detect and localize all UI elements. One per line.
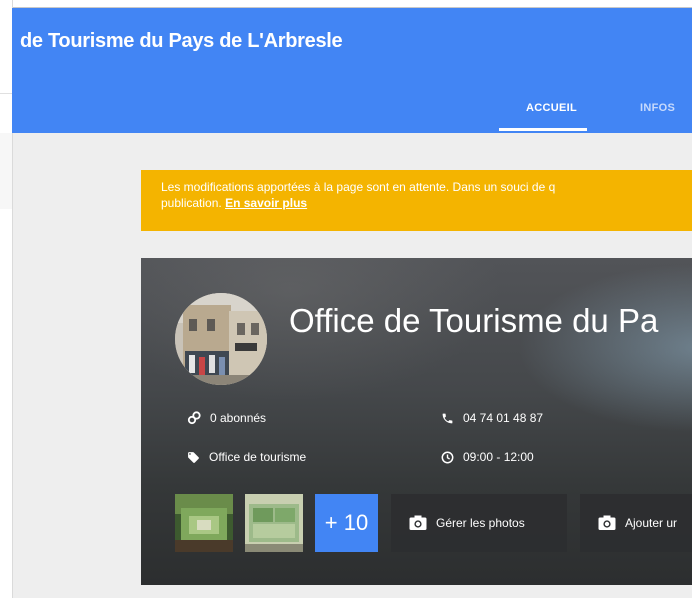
category-info: Office de tourisme xyxy=(187,450,306,464)
followers-count: 0 abonnés xyxy=(210,411,267,425)
business-category: Office de tourisme xyxy=(209,450,307,464)
clock-icon xyxy=(441,451,454,463)
business-card: Office de Tourisme du Pa 0 abonnés 04 74… xyxy=(141,258,692,585)
hours-info[interactable]: 09:00 - 12:00 xyxy=(441,450,534,464)
business-name: Office de Tourisme du Pa xyxy=(289,302,659,339)
photo-thumbnail-2[interactable] xyxy=(245,494,303,552)
camera-icon xyxy=(598,515,616,530)
pending-changes-banner: Les modifications apportées à la page so… xyxy=(141,170,692,231)
add-photo-button[interactable]: Ajouter ur xyxy=(580,494,692,552)
page-title: de Tourisme du Pays de L'Arbresle xyxy=(20,30,343,52)
photo-thumbnail-1[interactable] xyxy=(175,494,233,552)
business-avatar[interactable] xyxy=(175,293,267,385)
banner-text-2: publication. xyxy=(161,196,222,210)
active-tab-indicator xyxy=(499,128,587,131)
tab-accueil[interactable]: ACCUEIL xyxy=(526,102,577,114)
banner-text: Les modifications apportées à la page so… xyxy=(161,180,556,194)
window-top-border xyxy=(0,0,692,8)
tab-infos[interactable]: INFOS xyxy=(640,102,675,114)
manage-photos-button[interactable]: Gérer les photos xyxy=(391,494,567,552)
left-panel-item xyxy=(0,133,12,209)
phone-info[interactable]: 04 74 01 48 87 xyxy=(441,411,543,425)
camera-icon xyxy=(409,515,427,530)
left-panel-divider xyxy=(0,93,12,94)
manage-photos-label: Gérer les photos xyxy=(436,516,525,530)
phone-number: 04 74 01 48 87 xyxy=(463,411,544,425)
learn-more-link[interactable]: En savoir plus xyxy=(225,196,307,210)
page-header: de Tourisme du Pays de L'Arbresle ACCUEI… xyxy=(12,8,692,133)
add-photo-label: Ajouter ur xyxy=(625,516,678,530)
opening-hours: 09:00 - 12:00 xyxy=(463,450,534,464)
followers-info: 0 abonnés xyxy=(187,411,266,425)
phone-icon xyxy=(442,413,453,423)
tag-icon xyxy=(188,451,199,463)
more-photos-button[interactable]: + 10 xyxy=(315,494,378,552)
link-people-icon xyxy=(187,411,201,425)
